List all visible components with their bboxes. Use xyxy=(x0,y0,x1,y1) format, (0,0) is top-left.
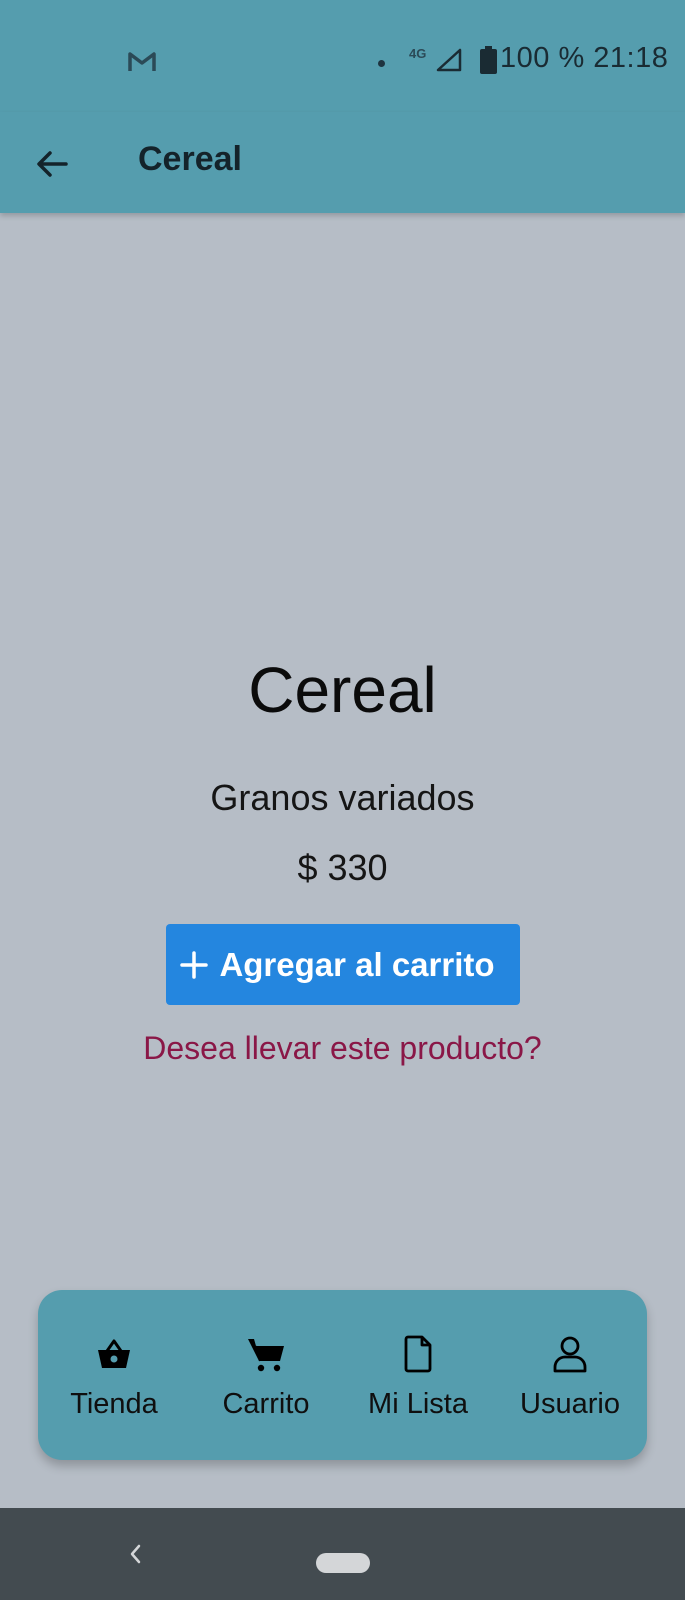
network-type: 4G xyxy=(409,46,427,61)
gmail-icon xyxy=(128,52,156,71)
battery-icon xyxy=(480,46,497,74)
plus-icon xyxy=(180,950,209,979)
product-price: $ 330 xyxy=(297,847,388,888)
battery-time-text: 100 % 21:18 xyxy=(500,42,669,74)
nav-item-carrito[interactable]: Carrito xyxy=(190,1334,342,1421)
back-button[interactable] xyxy=(28,140,76,188)
arrow-left-icon xyxy=(37,151,68,177)
user-icon xyxy=(553,1336,587,1373)
add-to-cart-label: Agregar al carrito xyxy=(219,945,495,983)
nav-item-usuario[interactable]: Usuario xyxy=(494,1334,646,1421)
add-to-cart-button[interactable]: Agregar al carrito xyxy=(166,924,520,1005)
system-nav-bar xyxy=(0,1508,685,1600)
system-home-pill[interactable] xyxy=(316,1553,370,1573)
bottom-nav: Tienda Carrito Mi Lista Usuario xyxy=(38,1290,647,1460)
nav-label-mi-lista: Mi Lista xyxy=(368,1388,468,1420)
product-description: Granos variados xyxy=(210,777,475,818)
nav-label-tienda: Tienda xyxy=(70,1388,158,1420)
signal-icon xyxy=(436,48,462,72)
document-icon xyxy=(404,1335,432,1373)
product-details: Cereal Granos variados $ 330 xyxy=(0,650,685,890)
status-bar: 4G 100 % 21:18 xyxy=(0,0,685,112)
nav-label-carrito: Carrito xyxy=(222,1388,310,1420)
nav-label-usuario: Usuario xyxy=(520,1388,620,1420)
app-bar: Cereal xyxy=(0,112,685,213)
basket-icon xyxy=(98,1339,130,1368)
page-title: Cereal xyxy=(138,140,242,178)
nav-item-mi-lista[interactable]: Mi Lista xyxy=(342,1334,494,1421)
nav-item-tienda[interactable]: Tienda xyxy=(38,1334,190,1421)
cart-icon xyxy=(248,1339,284,1372)
system-back-icon[interactable] xyxy=(124,1538,146,1570)
notification-dot-icon xyxy=(378,60,385,67)
product-name: Cereal xyxy=(248,654,437,726)
purchase-prompt: Desea llevar este producto? xyxy=(143,1030,542,1066)
